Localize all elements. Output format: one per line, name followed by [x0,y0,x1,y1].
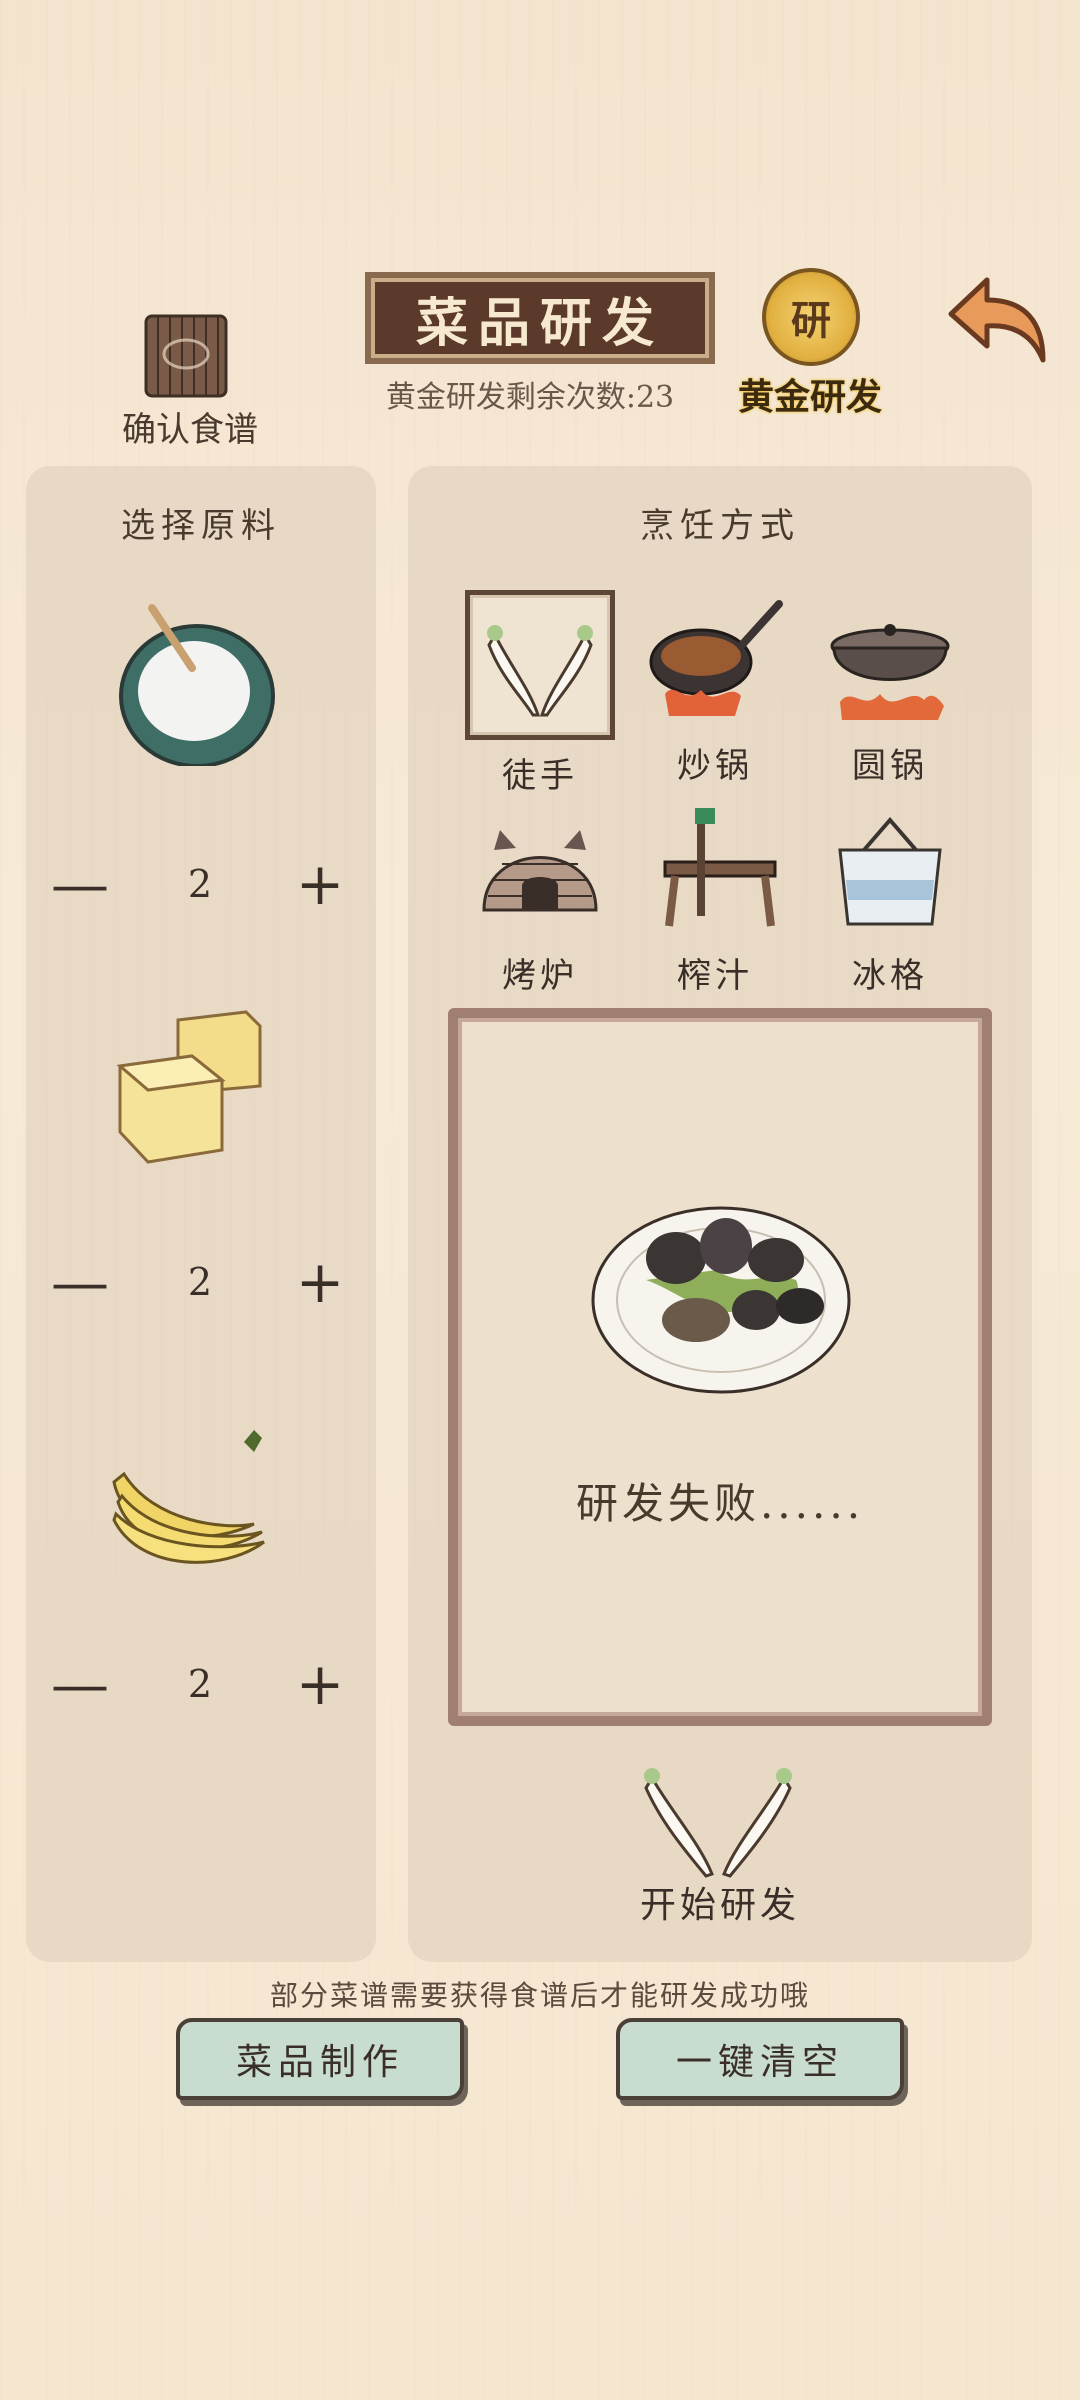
cooking-title: 烹饪方式 [640,506,800,546]
method-bare-hands[interactable]: 徒手 [465,590,615,797]
oven-icon [470,800,610,940]
ingredients-title: 选择原料 [121,506,281,546]
method-ice-box[interactable]: 冰格 [815,800,965,997]
gold-medal-icon[interactable]: 研 [762,268,860,366]
quantity-value: 2 [187,1260,213,1304]
method-label: 榨汁 [677,956,753,996]
decrease-button[interactable]: — [50,1252,110,1312]
method-round-pot[interactable]: 圆锅 [815,590,965,787]
increase-button[interactable]: + [290,1654,350,1714]
decrease-button[interactable]: — [50,854,110,914]
banana-icon[interactable] [104,1412,274,1582]
page-title-text: 菜品研发 [415,292,664,354]
bare-hands-icon [465,590,615,740]
make-dish-button[interactable]: 菜品制作 [176,2018,464,2100]
start-hands-icon[interactable] [638,1762,798,1882]
scroll-icon[interactable] [138,302,234,402]
hint-text: 部分菜谱需要获得食谱后才能研发成功哦 [269,1979,810,2012]
method-label: 烤炉 [502,956,578,996]
tofu-cubes-icon[interactable] [112,1000,282,1170]
result-text: 研发失败...... [575,1479,865,1528]
increase-button[interactable]: + [290,854,350,914]
ingredient-3-stepper: — 2 + [50,1654,350,1714]
wok-icon [645,590,785,730]
round-pot-icon [820,590,960,730]
method-wok[interactable]: 炒锅 [640,590,790,787]
method-oven[interactable]: 烤炉 [465,800,615,997]
method-label: 徒手 [502,756,578,796]
page-title: 菜品研发 [365,272,715,364]
make-dish-label: 菜品制作 [235,2042,404,2083]
ice-box-icon [820,800,960,940]
clear-all-label: 一键清空 [675,2042,844,2083]
gold-remaining-count: 黄金研发剩余次数:23 [385,380,675,415]
quantity-value: 2 [187,1662,213,1706]
method-label: 圆锅 [852,746,928,786]
ingredient-2-stepper: — 2 + [50,1252,350,1312]
gold-medal-glyph: 研 [791,297,831,344]
gold-dev-label[interactable]: 黄金研发 [725,368,895,420]
confirm-recipe-label[interactable]: 确认食谱 [100,402,280,451]
clear-all-button[interactable]: 一键清空 [616,2018,904,2100]
method-juicer[interactable]: 榨汁 [640,800,790,997]
method-label: 炒锅 [677,746,753,786]
start-dev-label[interactable]: 开始研发 [590,1876,850,1928]
salt-bowl-icon[interactable] [112,596,282,768]
decrease-button[interactable]: — [50,1654,110,1714]
failed-dish-icon [586,1170,856,1410]
increase-button[interactable]: + [290,1252,350,1312]
quantity-value: 2 [187,862,213,906]
juicer-icon [645,800,785,940]
back-arrow-icon[interactable] [945,270,1055,370]
ingredient-1-stepper: — 2 + [50,854,350,914]
method-label: 冰格 [852,956,928,996]
